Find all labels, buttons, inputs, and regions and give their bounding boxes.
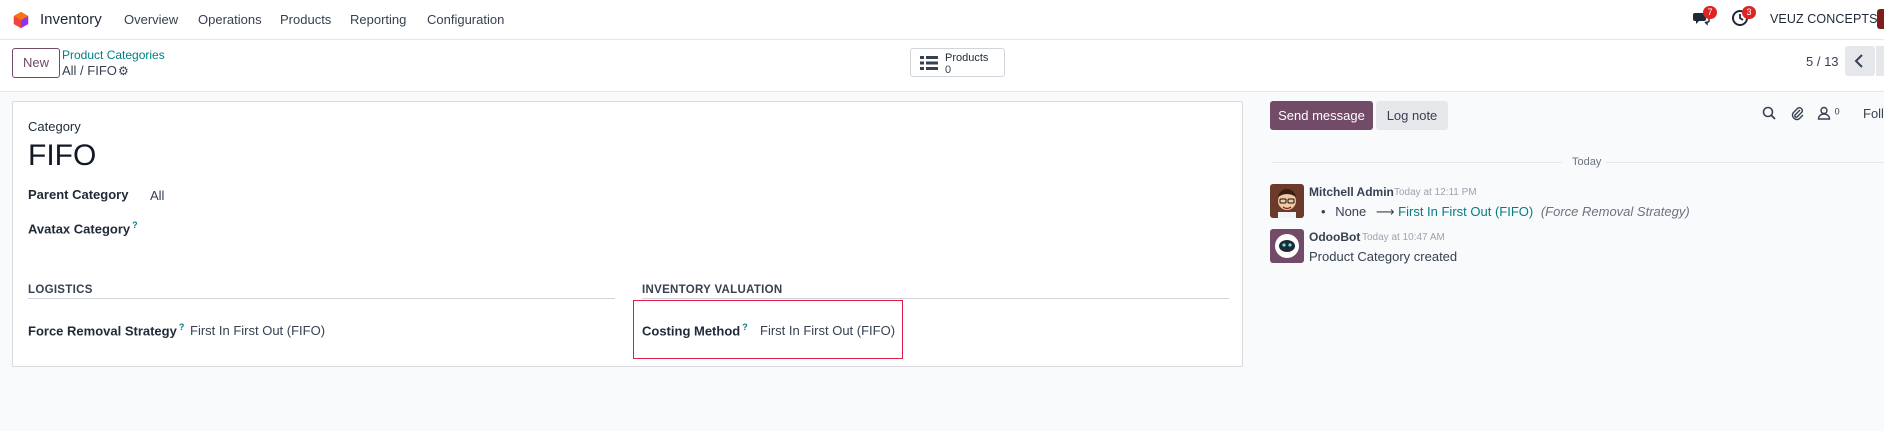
activities-badge: 3 — [1742, 6, 1756, 19]
bullet-icon: • — [1321, 204, 1326, 219]
message-time: Today at 12:11 PM — [1394, 187, 1477, 198]
follow-button[interactable]: Foll — [1863, 106, 1884, 121]
logistics-section-title: LOGISTICS — [28, 284, 93, 296]
list-icon — [920, 56, 938, 70]
valuation-separator — [642, 298, 1229, 299]
removal-strategy-label-text: Force Removal Strategy — [28, 323, 177, 339]
removal-strategy-field[interactable]: First In First Out (FIFO) — [190, 323, 325, 338]
attachments-button[interactable] — [1790, 106, 1804, 124]
gear-icon[interactable]: ⚙ — [118, 64, 129, 78]
followers-count: 0 — [1834, 106, 1840, 117]
tracking-old-value: None — [1335, 204, 1367, 219]
company-switcher[interactable]: VEUZ CONCEPTS — [1770, 12, 1878, 26]
inventory-app-icon[interactable] — [12, 11, 30, 29]
menu-overview[interactable]: Overview — [124, 12, 178, 27]
category-name-field[interactable]: FIFO — [28, 139, 96, 173]
parent-category-field[interactable]: All — [150, 188, 164, 203]
breadcrumb-current: All / FIFO — [62, 63, 117, 78]
user-icon — [1817, 106, 1831, 120]
messages-badge: 7 — [1703, 6, 1717, 19]
mitchell-admin-avatar[interactable] — [1270, 184, 1304, 218]
day-separator-left — [1272, 162, 1562, 163]
tracking-new-value: First In First Out (FIFO) — [1398, 204, 1534, 219]
parent-category-label: Parent Category — [28, 187, 129, 202]
odoobot-avatar[interactable] — [1270, 229, 1304, 263]
paperclip-icon — [1791, 107, 1804, 121]
menu-products[interactable]: Products — [280, 12, 331, 27]
messages-button[interactable]: 7 — [1692, 6, 1717, 30]
control-panel: New Product Categories All / FIFO ⚙ Prod… — [0, 40, 1884, 92]
search-messages-button[interactable] — [1762, 106, 1776, 123]
menu-configuration[interactable]: Configuration — [427, 12, 504, 27]
highlight-box — [633, 300, 903, 359]
message-author[interactable]: Mitchell Admin — [1309, 185, 1394, 199]
avatax-category-label: Avatax Category? — [28, 220, 138, 236]
log-note-button[interactable]: Log note — [1376, 101, 1448, 130]
day-separator-right — [1606, 162, 1884, 163]
smart-button-count: 0 — [945, 64, 952, 76]
help-tooltip-icon[interactable]: ? — [179, 322, 185, 332]
app-name[interactable]: Inventory — [40, 11, 102, 28]
message-author[interactable]: OdooBot — [1309, 230, 1360, 244]
activities-button[interactable]: 3 — [1731, 6, 1756, 30]
pager-value[interactable]: 5 / 13 — [1806, 54, 1839, 69]
products-smart-button[interactable]: Products 0 — [910, 48, 1005, 77]
avatax-category-label-text: Avatax Category — [28, 221, 131, 237]
top-navbar: Inventory Overview Operations Products R… — [0, 0, 1884, 40]
logistics-separator — [28, 298, 615, 299]
arrow-right-icon: ⟶ — [1375, 204, 1395, 219]
search-icon — [1762, 106, 1776, 120]
category-label: Category — [28, 119, 81, 134]
tracking-change: • None ⟶ First In First Out (FIFO) (Forc… — [1321, 204, 1690, 220]
breadcrumb-parent[interactable]: Product Categories — [62, 48, 165, 62]
smart-button-label: Products — [945, 52, 989, 64]
pager-previous-button[interactable] — [1845, 46, 1875, 76]
chevron-left-icon — [1854, 54, 1863, 68]
followers-button[interactable]: 0 — [1817, 106, 1840, 123]
menu-reporting[interactable]: Reporting — [350, 12, 406, 27]
form-sheet: Category FIFO Parent Category All Avatax… — [12, 101, 1243, 367]
send-message-button[interactable]: Send message — [1270, 101, 1373, 130]
new-button[interactable]: New — [12, 48, 61, 78]
user-avatar[interactable] — [1877, 9, 1884, 29]
pager-next-button[interactable] — [1876, 46, 1884, 76]
message-time: Today at 10:47 AM — [1362, 232, 1445, 243]
removal-strategy-label: Force Removal Strategy? — [28, 322, 184, 338]
message-body: Product Category created — [1309, 249, 1458, 264]
menu-operations[interactable]: Operations — [198, 12, 262, 27]
inventory-valuation-section-title: INVENTORY VALUATION — [642, 284, 783, 296]
tracking-field-name: (Force Removal Strategy) — [1540, 204, 1690, 219]
help-tooltip-icon[interactable]: ? — [132, 220, 138, 230]
day-separator-label: Today — [1572, 156, 1602, 168]
